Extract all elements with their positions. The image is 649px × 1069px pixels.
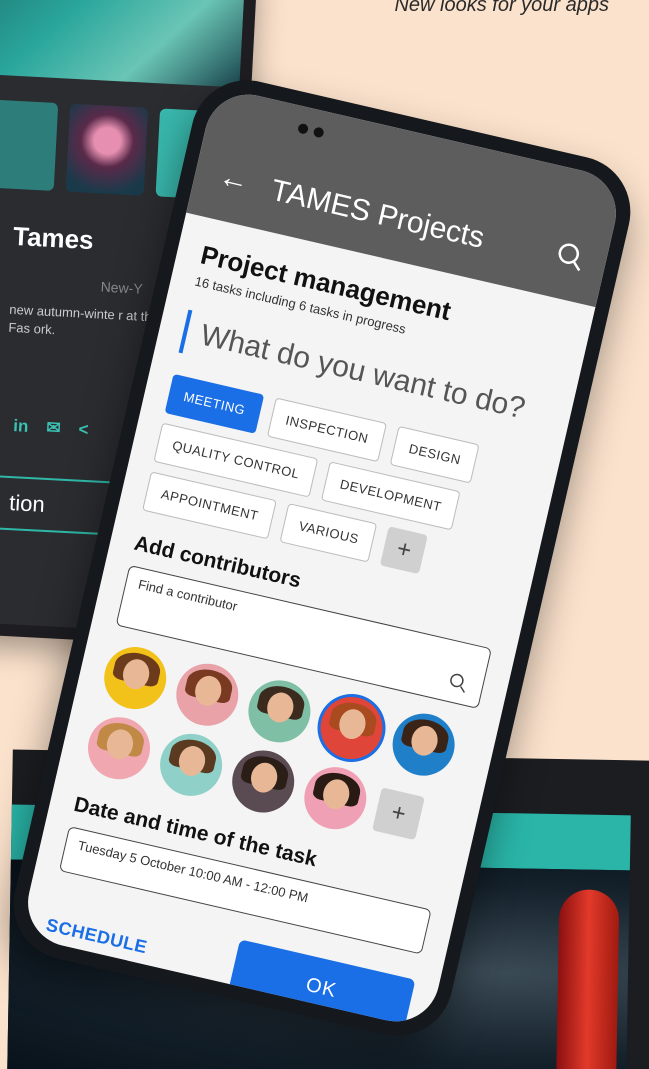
arrow-left-icon[interactable]: ←	[215, 160, 253, 200]
avatar[interactable]	[81, 711, 157, 786]
profile-location: New-Y	[100, 278, 144, 297]
profile-name: Tames	[12, 220, 95, 256]
rocket-image	[555, 889, 620, 1069]
avatar[interactable]	[386, 707, 461, 782]
search-icon[interactable]	[553, 239, 587, 273]
chip-meeting[interactable]: MEETING	[164, 373, 264, 434]
chip-design[interactable]: DESIGN	[389, 425, 480, 484]
camera-notch	[297, 120, 339, 143]
avatar[interactable]	[298, 760, 373, 836]
avatar[interactable]	[170, 657, 245, 732]
social-links: in ✉ <	[13, 416, 89, 440]
add-contributor-button[interactable]: +	[372, 787, 425, 841]
avatar[interactable]	[242, 674, 317, 749]
avatar[interactable]	[98, 640, 173, 716]
schedule-button[interactable]: SCHEDULE	[44, 914, 149, 958]
mail-icon[interactable]: ✉	[46, 418, 61, 439]
thumbnail[interactable]	[0, 98, 59, 191]
contributor-search-placeholder: Find a contributor	[136, 576, 239, 614]
tagline: New looks for your apps	[394, 0, 609, 16]
avatar[interactable]	[153, 727, 229, 803]
share-icon[interactable]: <	[78, 420, 89, 440]
avatar-selected[interactable]	[314, 690, 389, 766]
hero-image	[0, 0, 246, 88]
thumbnail[interactable]	[65, 103, 149, 196]
add-category-button[interactable]: +	[380, 526, 429, 575]
search-icon[interactable]	[446, 671, 470, 695]
avatar[interactable]	[226, 744, 301, 819]
chip-various[interactable]: VARIOUS	[279, 503, 378, 563]
linkedin-icon[interactable]: in	[13, 416, 29, 437]
